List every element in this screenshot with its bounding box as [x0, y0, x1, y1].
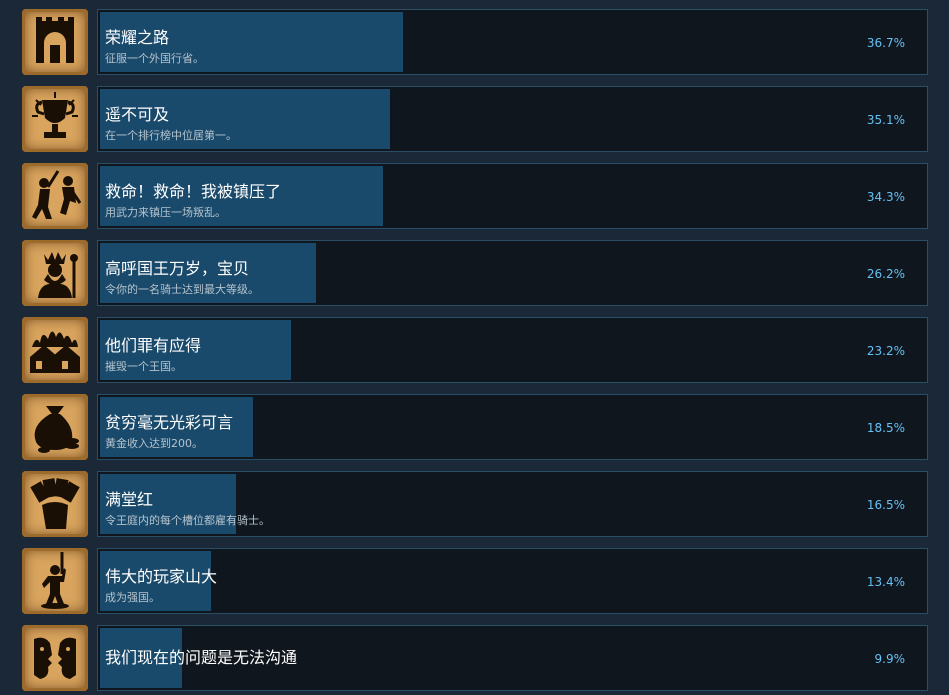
progress-bar: 贫穷毫无光彩可言 黄金收入达到200。 18.5% — [97, 394, 928, 460]
unlock-percentage: 18.5% — [866, 421, 905, 435]
progress-bar: 满堂红 令王庭内的每个槽位都雇有骑士。 16.5% — [97, 471, 928, 537]
king-icon — [22, 240, 88, 306]
achievement-row[interactable]: 遥不可及 在一个排行榜中位居第一。 35.1% — [0, 86, 949, 152]
achievement-title: 遥不可及 — [105, 105, 170, 124]
achievement-title: 伟大的玩家山大 — [105, 567, 218, 586]
burning-house-icon — [22, 317, 88, 383]
progress-bar: 我们现在的问题是无法沟通 9.9% — [97, 625, 928, 691]
achievement-description: 摧毁一个王国。 — [105, 360, 182, 373]
achievement-row[interactable]: 救命！救命！我被镇压了 用武力来镇压一场叛乱。 34.3% — [0, 163, 949, 229]
achievement-row[interactable]: 伟大的玩家山大 成为强国。 13.4% — [0, 548, 949, 614]
progress-bar: 他们罪有应得 摧毁一个王国。 23.2% — [97, 317, 928, 383]
two-faces-icon — [22, 625, 88, 691]
achievement-description: 令王庭内的每个槽位都雇有骑士。 — [105, 514, 270, 527]
unlock-percentage: 35.1% — [866, 113, 905, 127]
achievement-description: 令你的一名骑士达到最大等级。 — [105, 283, 259, 296]
achievement-title: 高呼国王万岁，宝贝 — [105, 259, 250, 278]
achievement-title: 贫穷毫无光彩可言 — [105, 413, 234, 432]
castle-gate-icon — [22, 9, 88, 75]
unlock-percentage: 16.5% — [866, 498, 905, 512]
unlock-percentage: 26.2% — [866, 267, 905, 281]
progress-bar: 救命！救命！我被镇压了 用武力来镇压一场叛乱。 34.3% — [97, 163, 928, 229]
hand-of-cards-icon — [22, 471, 88, 537]
unlock-percentage: 9.9% — [874, 652, 906, 666]
progress-bar: 高呼国王万岁，宝贝 令你的一名骑士达到最大等级。 26.2% — [97, 240, 928, 306]
achievement-row[interactable]: 高呼国王万岁，宝贝 令你的一名骑士达到最大等级。 26.2% — [0, 240, 949, 306]
achievement-title: 我们现在的问题是无法沟通 — [105, 648, 298, 667]
unlock-percentage: 34.3% — [866, 190, 905, 204]
achievement-title: 他们罪有应得 — [105, 336, 202, 355]
achievement-description: 成为强国。 — [105, 591, 160, 604]
achievement-row[interactable]: 荣耀之路 征服一个外国行省。 36.7% — [0, 9, 949, 75]
trophy-icon — [22, 86, 88, 152]
achievement-row[interactable]: 贫穷毫无光彩可言 黄金收入达到200。 18.5% — [0, 394, 949, 460]
unlock-percentage: 13.4% — [866, 575, 905, 589]
achievement-row[interactable]: 满堂红 令王庭内的每个槽位都雇有骑士。 16.5% — [0, 471, 949, 537]
fighting-figures-icon — [22, 163, 88, 229]
achievement-title: 荣耀之路 — [105, 28, 170, 47]
achievement-description: 征服一个外国行省。 — [105, 52, 204, 65]
unlock-percentage: 36.7% — [866, 36, 905, 50]
achievement-row[interactable]: 他们罪有应得 摧毁一个王国。 23.2% — [0, 317, 949, 383]
achievement-title: 救命！救命！我被镇压了 — [105, 182, 282, 201]
achievement-description: 黄金收入达到200。 — [105, 437, 203, 450]
achievement-list: 荣耀之路 征服一个外国行省。 36.7% 遥不可及 在一个排行榜中位居第一。 3… — [0, 0, 949, 695]
money-bag-icon — [22, 394, 88, 460]
achievement-row[interactable]: 我们现在的问题是无法沟通 9.9% — [0, 625, 949, 691]
progress-bar: 遥不可及 在一个排行榜中位居第一。 35.1% — [97, 86, 928, 152]
unlock-percentage: 23.2% — [866, 344, 905, 358]
progress-bar: 伟大的玩家山大 成为强国。 13.4% — [97, 548, 928, 614]
achievement-description: 用武力来镇压一场叛乱。 — [105, 206, 226, 219]
achievement-title: 满堂红 — [105, 490, 154, 509]
raised-sword-figure-icon — [22, 548, 88, 614]
achievement-description: 在一个排行榜中位居第一。 — [105, 129, 237, 142]
progress-bar: 荣耀之路 征服一个外国行省。 36.7% — [97, 9, 928, 75]
